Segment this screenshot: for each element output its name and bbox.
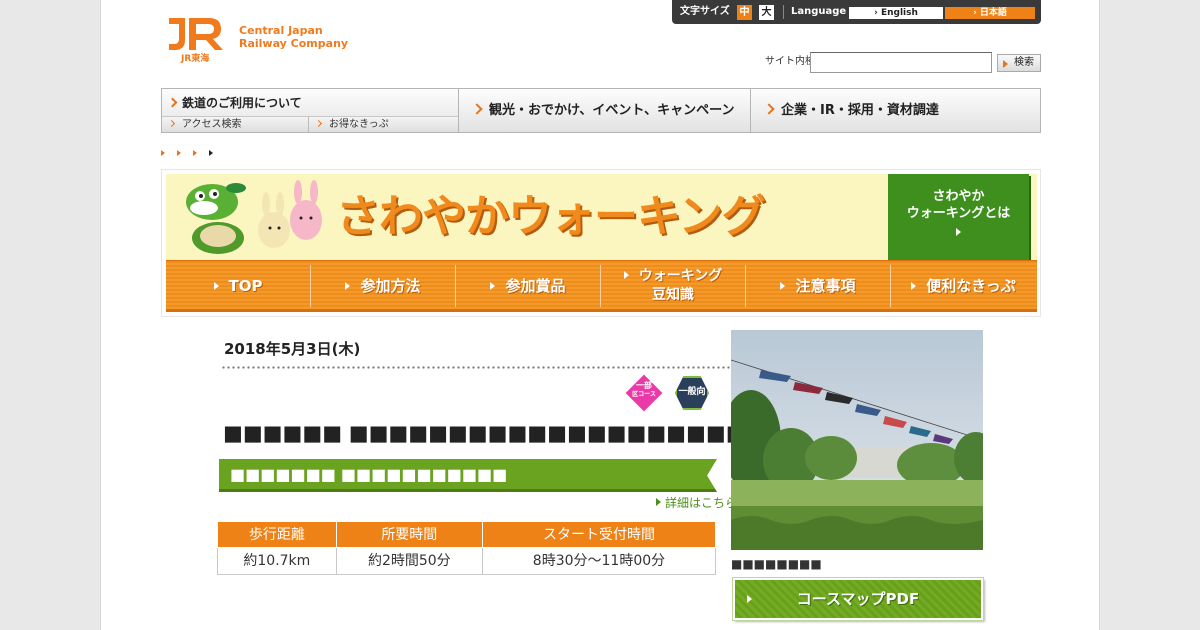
- play-arrow-icon: [911, 282, 917, 290]
- course-map-pdf-label: コースマップPDF: [796, 590, 920, 608]
- company-name-line2: Railway Company: [239, 37, 349, 50]
- table-header: 所要時間: [335, 521, 483, 548]
- play-arrow-icon: [747, 595, 752, 603]
- banner-header: さわやかウォーキング さわやか ウォーキングとは: [166, 174, 1037, 260]
- photo-caption: ■■■■■■■■: [731, 557, 822, 571]
- what-is-line1: さわやか: [932, 189, 985, 204]
- banner-nav: TOP 参加方法 参加賞品 ウォーキング豆知識 注意事項 便利なきっぷ: [166, 260, 1037, 312]
- play-arrow-icon: [956, 228, 961, 236]
- jr-central-logo[interactable]: JR東海 Central Japan Railway Company: [165, 14, 365, 66]
- badge-1-line2: 区コース: [632, 391, 656, 398]
- banner-nav-notes-label: 注意事項: [795, 277, 856, 295]
- table-header: 歩行距離: [217, 521, 337, 548]
- course-name-bar: ■■■■■■■ ■■■■■■■■■■■: [219, 459, 717, 492]
- sawayaka-walking-banner: さわやかウォーキング さわやか ウォーキングとは TOP 参加方法 参加賞品 ウ…: [161, 169, 1041, 317]
- breadcrumb-arrow-icon[interactable]: [177, 150, 181, 156]
- details-link[interactable]: 詳細はこちら: [656, 495, 737, 511]
- event-photo: [731, 330, 983, 550]
- play-arrow-icon: [780, 282, 786, 290]
- general-badge-text: 一般向: [678, 387, 706, 397]
- banner-nav-tickets-label: 便利なきっぷ: [926, 277, 1016, 295]
- banner-nav-walking-tips-label2: 豆知識: [652, 287, 694, 303]
- table-row: 約10.7km 約2時間50分 8時30分～11時00分: [217, 547, 717, 575]
- language-label: Language: [791, 6, 847, 17]
- table-header-row: 歩行距離 所要時間 スタート受付時間: [217, 521, 717, 548]
- nav-access-search[interactable]: アクセス検索: [162, 117, 309, 132]
- company-name-line1: Central Japan: [239, 24, 323, 37]
- course-name: ■■■■■■■ ■■■■■■■■■■■: [230, 465, 508, 484]
- banner-nav-top[interactable]: TOP: [166, 265, 311, 307]
- lang-english-label: English: [880, 8, 918, 18]
- banner-nav-notes[interactable]: 注意事項: [746, 265, 891, 307]
- table-cell-duration: 約2時間50分: [335, 547, 483, 575]
- utility-bar: 文字サイズ 中 大 Language › English › 日本語: [672, 0, 1041, 24]
- carp-streamers-photo-icon: [731, 330, 983, 550]
- banner-nav-tickets[interactable]: 便利なきっぷ: [891, 265, 1036, 307]
- search-button[interactable]: 検索: [997, 54, 1041, 72]
- breadcrumb-arrow-icon: [209, 150, 213, 156]
- chevron-right-icon: [167, 119, 176, 128]
- play-arrow-icon: [623, 271, 629, 279]
- banner-nav-walking-tips[interactable]: ウォーキング豆知識: [601, 265, 746, 307]
- banner-nav-prizes-label: 参加賞品: [505, 277, 566, 295]
- play-arrow-icon: [213, 282, 219, 290]
- breadcrumb-arrow-icon[interactable]: [193, 150, 197, 156]
- global-nav: 鉄道のご利用について アクセス検索 お得なきっぷ 観光・おでかけ、イベント、キャ…: [161, 88, 1041, 133]
- nav-tourism[interactable]: 観光・おでかけ、イベント、キャンペーン: [458, 89, 750, 132]
- table-cell-distance: 約10.7km: [217, 547, 337, 575]
- what-is-line2: ウォーキングとは: [906, 206, 1011, 221]
- nav-corporate[interactable]: 企業・IR・採用・資材調達: [750, 89, 1040, 132]
- breadcrumb-arrow-icon[interactable]: [161, 150, 165, 156]
- table-cell-start-time: 8時30分～11時00分: [481, 547, 717, 575]
- nav-railway-label: 鉄道のご利用について: [182, 96, 302, 110]
- what-is-sawayaka-walking-button[interactable]: さわやか ウォーキングとは: [888, 174, 1029, 260]
- banner-nav-walking-tips-label: ウォーキング: [638, 268, 723, 284]
- utility-divider: [783, 5, 784, 19]
- nav-value-tickets[interactable]: お得なきっぷ: [309, 117, 458, 132]
- font-size-large-button[interactable]: 大: [759, 5, 774, 20]
- chevron-right-icon: [763, 103, 775, 115]
- nav-corporate-label: 企業・IR・採用・資材調達: [781, 103, 939, 118]
- nav-railway[interactable]: 鉄道のご利用について: [162, 89, 458, 117]
- mascot-characters-icon: [186, 180, 322, 254]
- chevron-right-icon: [314, 119, 323, 128]
- banner-nav-prizes[interactable]: 参加賞品: [456, 265, 601, 307]
- lang-english-button[interactable]: › English: [849, 7, 943, 19]
- nav-tickets-label: お得なきっぷ: [329, 119, 389, 130]
- partial-course-badge-text: 一部 区コース: [625, 381, 663, 398]
- lang-japanese-label: 日本語: [979, 8, 1007, 18]
- badge-1-line1: 一部: [636, 381, 652, 390]
- page: JR東海 Central Japan Railway Company 文字サイズ…: [100, 0, 1100, 630]
- nav-access-label: アクセス検索: [182, 119, 242, 130]
- font-size-medium-button[interactable]: 中: [737, 5, 752, 20]
- play-arrow-icon: [490, 282, 496, 290]
- font-size-label: 文字サイズ: [680, 6, 730, 17]
- event-date: 2018年5月3日(木): [224, 340, 361, 358]
- event-info-table: 歩行距離 所要時間 スタート受付時間 約10.7km 約2時間50分 8時30分…: [217, 521, 717, 575]
- banner-nav-how-to-join-label: 参加方法: [360, 277, 421, 295]
- dotted-divider: [221, 366, 811, 369]
- chevron-right-icon: [471, 103, 483, 115]
- course-map-pdf-button[interactable]: コースマップPDF: [732, 577, 984, 621]
- company-name: Central Japan Railway Company: [239, 24, 348, 50]
- chevron-right-icon: [167, 97, 178, 108]
- banner-title: さわやかウォーキング: [336, 191, 766, 242]
- jr-logo-icon: JR東海: [169, 18, 223, 64]
- table-header: スタート受付時間: [481, 521, 717, 548]
- lang-japanese-button[interactable]: › 日本語: [945, 7, 1035, 19]
- nav-tourism-label: 観光・おでかけ、イベント、キャンペーン: [489, 103, 735, 118]
- banner-nav-top-label: TOP: [228, 277, 263, 295]
- banner-nav-how-to-join[interactable]: 参加方法: [311, 265, 456, 307]
- logo-sub-text: JR東海: [180, 52, 209, 64]
- play-arrow-icon: [345, 282, 351, 290]
- search-input[interactable]: [810, 52, 992, 73]
